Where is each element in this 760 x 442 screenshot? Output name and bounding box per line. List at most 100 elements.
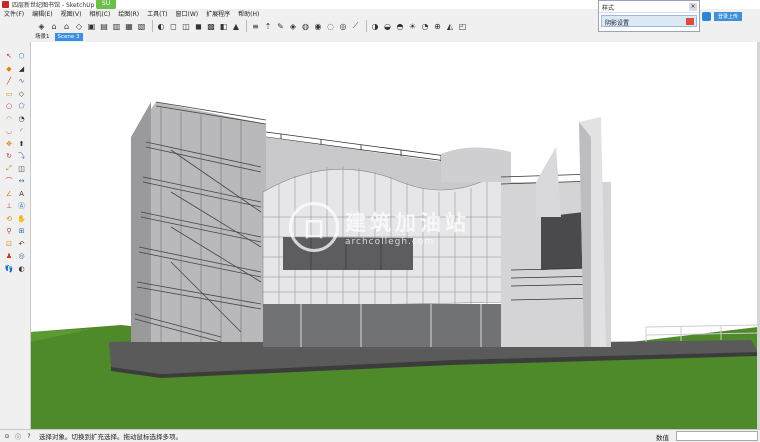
rotated-rectangle-icon[interactable]: ◇ xyxy=(16,88,27,100)
menu-item-6[interactable]: 窗口(W) xyxy=(172,9,203,18)
default-tray: 样式 × 阴影设置 xyxy=(598,0,700,32)
wireframe-icon[interactable]: ◻ xyxy=(168,21,179,32)
stairs-icon[interactable]: ≡ xyxy=(250,21,261,32)
watermark: 囗 建筑加油站 archcollegh.com xyxy=(289,202,470,252)
close-icon[interactable]: × xyxy=(689,3,697,11)
front-view-icon[interactable]: ▤ xyxy=(99,21,110,32)
two-point-arc-icon[interactable]: ◡ xyxy=(4,126,15,138)
shaded-icon[interactable]: ◼ xyxy=(193,21,204,32)
close-icon[interactable] xyxy=(686,18,694,25)
fog-icon[interactable]: ◔ xyxy=(420,21,431,32)
bucket-icon[interactable]: ▲ xyxy=(231,21,242,32)
menu-item-2[interactable]: 视图(V) xyxy=(57,9,86,18)
tray-shadow-settings-row[interactable]: 阴影设置 xyxy=(601,15,697,27)
menu-item-4[interactable]: 绘图(R) xyxy=(114,9,143,18)
menu-item-5[interactable]: 工具(T) xyxy=(143,9,171,18)
walk-icon[interactable]: ⇡ xyxy=(263,21,274,32)
warehouse-icon[interactable] xyxy=(702,11,711,21)
hidden-line-icon[interactable]: ◫ xyxy=(181,21,192,32)
circle-icon[interactable]: ○ xyxy=(4,101,15,113)
offset-icon[interactable]: ◫ xyxy=(16,163,27,175)
geo-location-icon[interactable]: ⊙ xyxy=(3,432,11,440)
drape-icon[interactable]: ◌ xyxy=(325,21,336,32)
follow-me-icon[interactable]: ⤵ xyxy=(16,151,27,163)
help-icon[interactable]: ? xyxy=(25,432,33,440)
shadow-icon[interactable]: ☀ xyxy=(407,21,418,32)
left-view-icon[interactable]: ▧ xyxy=(136,21,147,32)
axes-icon[interactable]: ⊥ xyxy=(4,201,15,213)
sketchup-logo-icon xyxy=(2,1,9,8)
photo-texture-icon[interactable]: ◰ xyxy=(457,21,468,32)
tape-measure-icon[interactable]: ⌒ xyxy=(4,176,15,188)
status-text: 选择对象。切换到扩充选择。拖动鼠标选择多项。 xyxy=(39,433,182,441)
pie-icon[interactable]: ◔ xyxy=(16,113,27,125)
monochrome-icon[interactable]: ◧ xyxy=(218,21,229,32)
text-icon[interactable]: A xyxy=(16,188,27,200)
drawing-viewport[interactable]: 囗 建筑加油站 archcollegh.com xyxy=(30,42,757,429)
home-icon[interactable]: ⌂ xyxy=(61,21,72,32)
geolocation-icon[interactable]: ⊕ xyxy=(432,21,443,32)
section-cut-icon[interactable]: ◓ xyxy=(395,21,406,32)
add-detail-icon[interactable]: ◎ xyxy=(338,21,349,32)
iso-view-icon[interactable]: ◇ xyxy=(74,21,85,32)
zoom-extents-icon[interactable]: ⊡ xyxy=(4,238,15,250)
credits-icon[interactable]: ⓘ xyxy=(14,432,22,441)
rotate-icon[interactable]: ↻ xyxy=(4,151,15,163)
sandbox-icon[interactable]: ◈ xyxy=(288,21,299,32)
zoom-window-icon[interactable]: ⊞ xyxy=(16,226,27,238)
rectangle-icon[interactable]: ▭ xyxy=(4,88,15,100)
component-icon[interactable]: ⌂ xyxy=(49,21,60,32)
section-plane-icon[interactable]: ◑ xyxy=(370,21,381,32)
stamp-icon[interactable]: ◉ xyxy=(313,21,324,32)
orbit-icon[interactable]: ⟲ xyxy=(4,213,15,225)
menu-item-1[interactable]: 编辑(E) xyxy=(28,9,56,18)
select-icon[interactable]: ↖ xyxy=(4,51,15,63)
pan-icon[interactable]: ✋ xyxy=(16,213,27,225)
push-pull-icon[interactable]: ⬆ xyxy=(16,138,27,150)
walk-tool-icon[interactable]: 👣 xyxy=(4,263,15,275)
move-icon[interactable]: ✥ xyxy=(4,138,15,150)
arc-icon[interactable]: ◠ xyxy=(4,113,15,125)
scene-tab-1[interactable]: Scene 3 xyxy=(54,33,83,41)
position-camera-icon[interactable]: ♟ xyxy=(4,251,15,263)
menu-item-7[interactable]: 扩展程序 xyxy=(202,9,234,18)
polygon-icon[interactable]: ⬠ xyxy=(16,101,27,113)
back-view-icon[interactable]: ▦ xyxy=(124,21,135,32)
right-view-icon[interactable]: ▥ xyxy=(111,21,122,32)
sign-in-button[interactable]: 登录上传 xyxy=(714,11,743,21)
look-around-icon[interactable]: ◎ xyxy=(16,251,27,263)
xray-icon[interactable]: ◐ xyxy=(156,21,167,32)
paint-bucket-icon[interactable]: ◆ xyxy=(4,63,15,75)
status-bar: ⊙ ⓘ ? 选择对象。切换到扩充选择。拖动鼠标选择多项。 数值 xyxy=(0,429,760,442)
flip-edge-icon[interactable]: ⟋ xyxy=(350,21,361,32)
menu-item-8[interactable]: 帮助(H) xyxy=(234,9,263,18)
measurements-box[interactable] xyxy=(676,431,758,441)
three-point-arc-icon[interactable]: ◜ xyxy=(16,126,27,138)
section-display-icon[interactable]: ◒ xyxy=(382,21,393,32)
line-icon[interactable]: ╱ xyxy=(4,76,15,88)
watermark-logo-icon: 囗 xyxy=(289,202,339,252)
terrain-icon[interactable]: ◭ xyxy=(445,21,456,32)
menu-item-0[interactable]: 文件(F) xyxy=(0,9,28,18)
toolbar-separator xyxy=(365,20,367,32)
3d-text-icon[interactable]: Ⓐ xyxy=(16,201,27,213)
menu-item-3[interactable]: 相机(C) xyxy=(85,9,114,18)
scale-icon[interactable]: ⤢ xyxy=(4,163,15,175)
scene-tab-0[interactable]: 场景1 xyxy=(32,33,53,41)
zoom-icon[interactable]: ⚲ xyxy=(4,226,15,238)
eraser-icon[interactable]: ◢ xyxy=(16,63,27,75)
freehand-icon[interactable]: ∿ xyxy=(16,76,27,88)
previous-view-icon[interactable]: ↶ xyxy=(16,238,27,250)
section-tool-icon[interactable]: ◐ xyxy=(16,263,27,275)
dimension-icon[interactable]: ↔ xyxy=(16,176,27,188)
protractor-icon[interactable]: ∠ xyxy=(4,188,15,200)
smoove-icon[interactable]: ◍ xyxy=(300,21,311,32)
make-component-icon[interactable]: ⬡ xyxy=(16,51,27,63)
pencil-icon[interactable]: ✎ xyxy=(275,21,286,32)
slender-wall xyxy=(536,147,561,217)
large-tool-set: ↖ ⬡ ◆ ◢ ╱ ∿ ▭ ◇ ○ ⬠ ◠ ◔ ◡ ◜ ✥ ⬆ ↻ ⤵ ⤢ ◫ ⌒ ↔ ∠ A ⊥ Ⓐ ⟲ ✋ ⚲ ⊞ ⊡ ↶ ♟ ◎ 👣 ◐ xyxy=(0,50,30,430)
textured-icon[interactable]: ▩ xyxy=(206,21,217,32)
top-view-icon[interactable]: ▣ xyxy=(86,21,97,32)
get-models-icon[interactable]: ◈ xyxy=(36,21,47,32)
account-area: 登录上传 xyxy=(702,10,758,22)
